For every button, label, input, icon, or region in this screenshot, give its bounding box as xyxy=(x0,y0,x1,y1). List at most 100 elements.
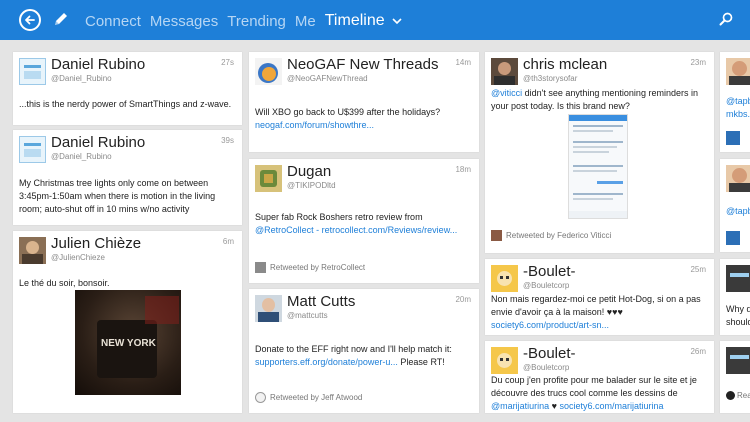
timestamp: 23m xyxy=(690,58,706,67)
tweet-card[interactable]: Why d should xyxy=(720,259,750,335)
chevron-down-icon[interactable] xyxy=(391,15,403,27)
nav-messages[interactable]: Messages xyxy=(150,13,218,30)
timestamp: 25m xyxy=(690,265,706,274)
tweet-text: ...this is the nerdy power of SmartThing… xyxy=(19,99,232,109)
nav-me[interactable]: Me xyxy=(295,13,316,30)
tweet-photo[interactable] xyxy=(568,114,628,219)
author-handle: @Bouletcorp xyxy=(523,363,570,372)
retweet-info: Retweeted by Jeff Atwood xyxy=(255,392,362,403)
author-handle: @Daniel_Rubino xyxy=(51,152,112,161)
photo-caption: NEW YORK xyxy=(101,338,156,349)
author-name[interactable]: Matt Cutts xyxy=(287,293,355,310)
retweeted-by: Retweeted by Jeff Atwood xyxy=(270,393,363,402)
tweet-text: Super fab Rock Boshers retro review from… xyxy=(255,211,471,237)
author-name[interactable]: Dugan xyxy=(287,163,331,180)
tweet-text: Du coup j'en profite pour me balader sur… xyxy=(491,374,706,413)
author-handle: @TIKIPODltd xyxy=(287,181,336,190)
tweet-link[interactable]: mkbs.n xyxy=(726,109,750,119)
retweeted-by: Retweeted by Federico Viticci xyxy=(506,231,612,240)
nav-trending[interactable]: Trending xyxy=(227,13,286,30)
avatar[interactable] xyxy=(726,265,750,292)
avatar[interactable] xyxy=(255,58,282,85)
back-arrow-icon xyxy=(25,15,35,25)
search-button[interactable] xyxy=(718,11,734,27)
app-header: Connect Messages Trending Me Timeline xyxy=(0,0,750,40)
author-name[interactable]: Daniel Rubino xyxy=(51,56,145,73)
tweet-link[interactable]: society6.com/marijatiurina xyxy=(560,401,664,411)
tweet-card[interactable]: @tapb mkbs.n xyxy=(720,52,750,152)
author-handle: @Bouletcorp xyxy=(523,281,570,290)
retweet-info: Retweeted by RetroCollect xyxy=(255,262,365,273)
author-name[interactable]: Julien Chièze xyxy=(51,235,141,252)
tweet-link[interactable]: supporters.eff.org/donate/power-u... xyxy=(255,357,398,367)
tweet-link[interactable]: neogaf.com/forum/showthre... xyxy=(255,120,374,130)
tweet-card[interactable]: Rea xyxy=(720,341,750,413)
author-name[interactable]: NeoGAF New Threads xyxy=(287,56,438,73)
avatar-small[interactable] xyxy=(726,131,740,145)
tweet-card[interactable]: Matt Cutts @mattcutts 20m Donate to the … xyxy=(249,289,479,413)
author-name[interactable]: Daniel Rubino xyxy=(51,134,145,151)
timestamp: 27s xyxy=(221,58,234,67)
timestamp: 39s xyxy=(221,136,234,145)
tweet-text: Donate to the EFF right now and I'll hel… xyxy=(255,343,471,369)
tweet-text: Why d xyxy=(726,304,750,314)
back-button[interactable] xyxy=(19,9,41,31)
tweet-card[interactable]: -Boulet- @Bouletcorp 25m Non mais regard… xyxy=(485,259,714,335)
avatar[interactable] xyxy=(491,58,518,85)
author-handle: @JulienChieze xyxy=(51,253,105,262)
tweet-link[interactable]: society6.com/product/art-sn... xyxy=(491,320,609,330)
tweet-card[interactable]: Julien Chièze @JulienChieze 6m Le thé du… xyxy=(13,231,242,413)
author-name[interactable]: -Boulet- xyxy=(523,263,576,280)
retweeter-avatar[interactable] xyxy=(255,392,266,403)
author-name[interactable]: -Boulet- xyxy=(523,345,576,362)
tweet-mention[interactable]: @viticci xyxy=(491,88,522,98)
nav-timeline[interactable]: Timeline xyxy=(325,12,385,30)
retweeter-avatar[interactable] xyxy=(726,391,735,401)
tweet-text-content: Non mais regardez-moi ce petit Hot-Dog, … xyxy=(491,294,701,317)
tweet-text: Le thé du soir, bonsoir. xyxy=(19,278,110,288)
timestamp: 6m xyxy=(222,237,234,246)
compose-button[interactable] xyxy=(52,10,70,28)
tweet-text-content: Will XBO go back to U$399 after the holi… xyxy=(255,107,441,117)
compose-pencil-icon xyxy=(55,13,67,25)
main-nav: Connect Messages Trending Me Timeline xyxy=(85,11,403,31)
avatar[interactable] xyxy=(491,347,518,374)
tweet-card[interactable]: Dugan @TIKIPODltd 18m Super fab Rock Bos… xyxy=(249,159,479,283)
avatar[interactable] xyxy=(255,295,282,322)
author-handle: @th3storysofar xyxy=(523,74,578,83)
tweet-card[interactable]: -Boulet- @Bouletcorp 26m Du coup j'en pr… xyxy=(485,341,714,413)
retweeted-by: Retweeted by RetroCollect xyxy=(270,263,366,272)
heart-symbol: ♥ xyxy=(549,401,560,411)
nav-connect[interactable]: Connect xyxy=(85,13,141,30)
tweet-mention[interactable]: @tapb xyxy=(726,206,750,216)
author-handle: @Daniel_Rubino xyxy=(51,74,112,83)
retweeter-avatar[interactable] xyxy=(491,230,502,241)
tweet-mention[interactable]: @marijatiurina xyxy=(491,401,549,411)
avatar[interactable] xyxy=(19,136,46,163)
avatar[interactable] xyxy=(19,237,46,264)
tweet-card[interactable]: Daniel Rubino @Daniel_Rubino 27s ...this… xyxy=(13,52,242,125)
author-handle: @mattcutts xyxy=(287,311,328,320)
tweet-card[interactable]: Daniel Rubino @Daniel_Rubino 39s My Chri… xyxy=(13,130,242,225)
avatar-small[interactable] xyxy=(726,231,740,245)
avatar[interactable] xyxy=(726,58,750,85)
tweet-card[interactable]: NeoGAF New Threads @NeoGAFNewThread 14m … xyxy=(249,52,479,152)
timestamp: 18m xyxy=(455,165,471,174)
tweet-text: Rea xyxy=(726,391,750,401)
avatar[interactable] xyxy=(491,265,518,292)
tweet-text-content: Super fab Rock Boshers retro review from xyxy=(255,212,423,222)
retweet-fragment: Rea xyxy=(737,391,750,400)
avatar[interactable] xyxy=(726,165,750,192)
tweet-card[interactable]: chris mclean @th3storysofar 23m @viticci… xyxy=(485,52,714,253)
tweet-text: Non mais regardez-moi ce petit Hot-Dog, … xyxy=(491,293,706,332)
author-name[interactable]: chris mclean xyxy=(523,56,607,73)
tweet-mention[interactable]: @tapb xyxy=(726,96,750,106)
tweet-text: should xyxy=(726,317,750,327)
tweet-link[interactable]: @RetroCollect - retrocollect.com/Reviews… xyxy=(255,225,457,235)
tweet-card[interactable]: @tapb xyxy=(720,159,750,252)
avatar[interactable] xyxy=(19,58,46,85)
retweeter-avatar[interactable] xyxy=(255,262,266,273)
avatar[interactable] xyxy=(255,165,282,192)
avatar[interactable] xyxy=(726,347,750,374)
tweet-photo[interactable]: NEW YORK xyxy=(75,290,181,395)
